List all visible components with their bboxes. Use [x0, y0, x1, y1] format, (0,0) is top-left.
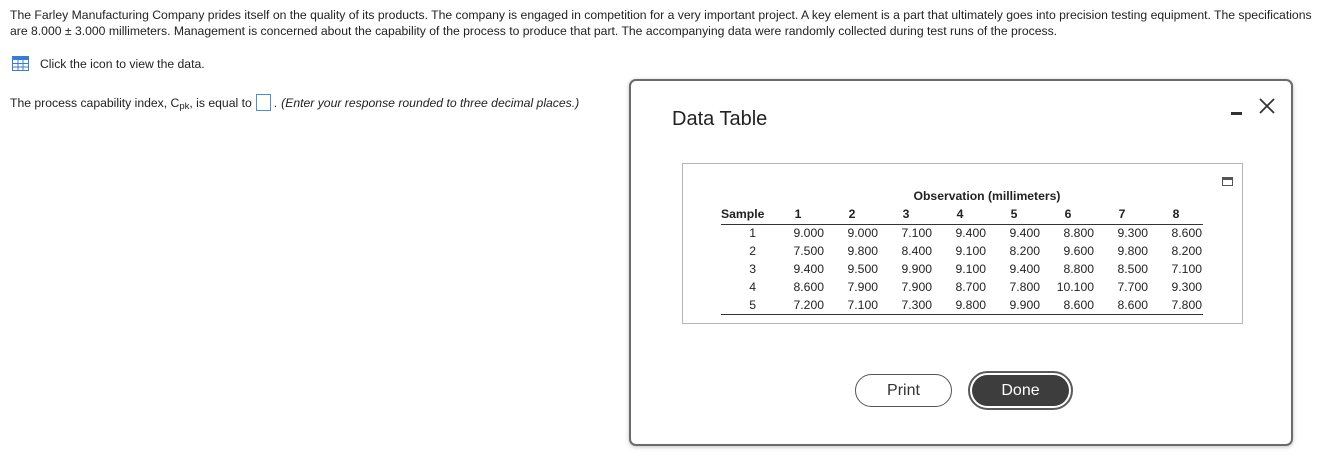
observation-cell: 9.400	[1009, 262, 1041, 276]
table-row: 5 7.200 7.100 7.300 9.800 9.900 8.600 8.600 7.80…	[721, 296, 1203, 315]
column-header: 8	[1149, 205, 1203, 225]
observation-cell: 8.800	[1063, 262, 1095, 276]
observation-cell: 9.400	[955, 226, 987, 241]
sample-header: Sample	[721, 205, 771, 225]
observation-cell: 7.100	[825, 296, 879, 315]
sample-number: 2	[749, 244, 756, 258]
observation-cell: 8.700	[955, 280, 987, 294]
observation-cell: 9.300	[1171, 280, 1203, 294]
observation-cell: 9.000	[847, 226, 879, 241]
observation-cell: 9.800	[847, 244, 879, 258]
observation-cell: 9.100	[955, 262, 987, 276]
observation-cell: 7.800	[1009, 280, 1041, 294]
observation-cell: 8.600	[793, 280, 825, 294]
table-row: 4 8.600 7.900 7.900 8.700 7.800 10.100 7.700 9.3…	[721, 278, 1203, 296]
observation-cell: 7.100	[1171, 262, 1203, 276]
data-table-dialog: Data Table Observation (millimeters) Sam…	[629, 79, 1293, 446]
observation-cell: 8.400	[901, 244, 933, 258]
observation-table: Observation (millimeters) Sample 1234567…	[721, 186, 1203, 315]
sample-number: 4	[749, 280, 756, 294]
table-row: 2 7.500 9.800 8.400 9.100 8.200 9.600 9.800 8.20…	[721, 242, 1203, 260]
observation-header: Observation (millimeters)	[913, 188, 1061, 203]
data-table-frame: Observation (millimeters) Sample 1234567…	[682, 163, 1243, 324]
observation-cell: 9.100	[955, 244, 987, 258]
column-header: 7	[1095, 205, 1149, 225]
observation-cell: 8.200	[1171, 244, 1203, 258]
observation-cell: 9.800	[1117, 244, 1149, 258]
observation-cell: 9.500	[847, 262, 879, 276]
dialog-title: Data Table	[672, 108, 768, 130]
column-header: 4	[933, 205, 987, 225]
observation-cell: 8.600	[1171, 226, 1203, 241]
question-prefix: The process capability index, C	[10, 95, 180, 110]
table-row: 1 9.000 9.000 7.100 9.400 9.400 8.800 9.300 8.60…	[721, 224, 1203, 242]
view-data-label[interactable]: Click the icon to view the data.	[40, 57, 205, 71]
observation-cell: 7.100	[901, 226, 933, 241]
sample-number: 5	[721, 296, 771, 315]
column-header: 6	[1041, 205, 1095, 225]
observation-cell: 7.900	[901, 280, 933, 294]
column-header: 5	[987, 205, 1041, 225]
observation-cell: 9.600	[1063, 244, 1095, 258]
question-line: The process capability index, Cpk, is eq…	[10, 94, 580, 112]
sample-number: 1	[749, 226, 756, 241]
observation-cell: 8.600	[1095, 296, 1149, 315]
minimize-icon[interactable]	[1229, 105, 1245, 115]
observation-cell: 9.000	[793, 226, 825, 241]
popout-icon[interactable]	[1222, 173, 1233, 186]
observation-cell: 9.400	[1009, 226, 1041, 241]
observation-cell: 8.800	[1063, 226, 1095, 241]
observation-cell: 7.800	[1149, 296, 1203, 315]
observation-cell: 9.300	[1117, 226, 1149, 241]
observation-cell: 8.500	[1117, 262, 1149, 276]
table-grid-icon[interactable]	[12, 56, 29, 71]
observation-cell: 7.200	[771, 296, 825, 315]
done-button[interactable]: Done	[968, 371, 1073, 410]
column-header: 2	[825, 205, 879, 225]
observation-cell: 9.900	[987, 296, 1041, 315]
question-subscript: pk	[179, 101, 190, 112]
observation-cell: 9.800	[933, 296, 987, 315]
sample-number: 3	[749, 262, 756, 276]
print-button[interactable]: Print	[855, 374, 952, 407]
observation-cell: 10.100	[1056, 280, 1094, 294]
observation-cell: 9.400	[793, 262, 825, 276]
answer-hint: (Enter your response rounded to three de…	[281, 95, 580, 110]
question-suffix: .	[273, 95, 278, 110]
view-data-link[interactable]: Click the icon to view the data.	[12, 56, 205, 71]
question-middle: , is equal to	[189, 95, 252, 110]
table-row: 3 9.400 9.500 9.900 9.100 9.400 8.800 8.500 7.10…	[721, 260, 1203, 278]
observation-cell: 7.900	[847, 280, 879, 294]
observation-cell: 8.600	[1041, 296, 1095, 315]
close-icon[interactable]	[1258, 93, 1278, 117]
observation-cell: 7.500	[793, 244, 825, 258]
problem-statement: The Farley Manufacturing Company prides …	[10, 8, 1312, 38]
observation-cell: 9.900	[901, 262, 933, 276]
done-button-label[interactable]: Done	[972, 375, 1069, 406]
answer-input[interactable]	[255, 94, 271, 111]
column-header: 1	[771, 205, 825, 225]
observation-cell: 7.300	[879, 296, 933, 315]
observation-cell: 7.700	[1117, 280, 1149, 294]
column-header: 3	[879, 205, 933, 225]
observation-cell: 8.200	[1009, 244, 1041, 258]
